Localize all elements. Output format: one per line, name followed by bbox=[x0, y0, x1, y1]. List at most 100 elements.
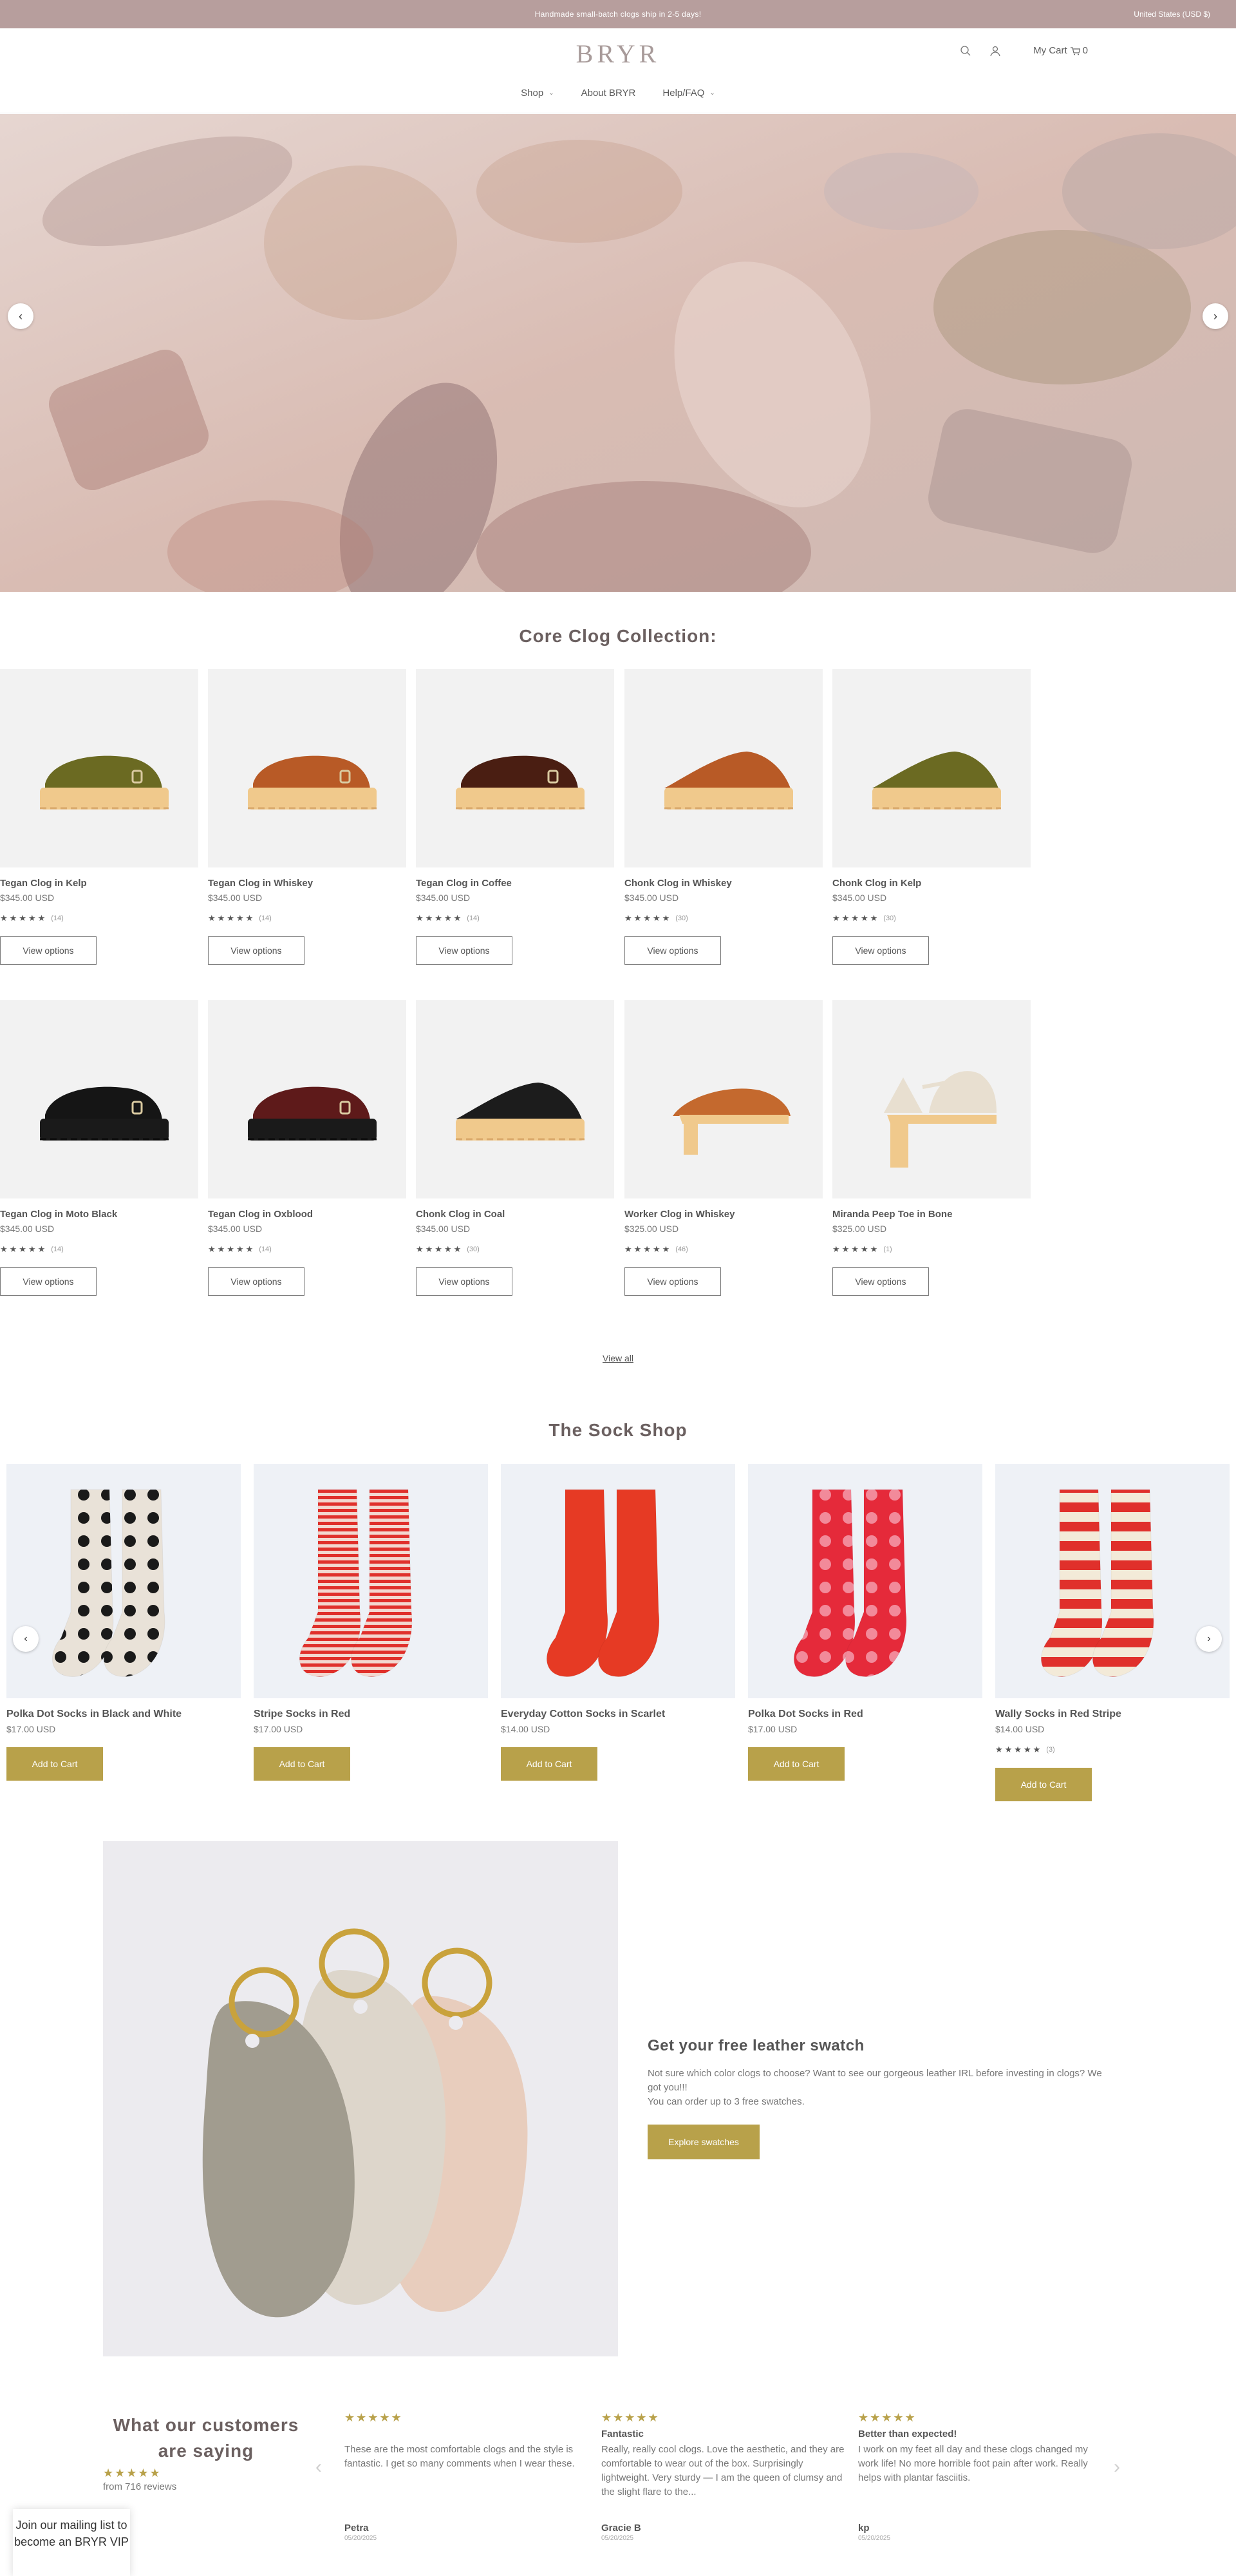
product-card[interactable]: Miranda Peep Toe in Bone $325.00 USD ★★★… bbox=[832, 1000, 1031, 1296]
hero-slideshow: ‹ › bbox=[0, 114, 1236, 592]
nav-item-about[interactable]: About BRYR bbox=[581, 88, 636, 99]
add-to-cart-button[interactable]: Add to Cart bbox=[6, 1747, 103, 1781]
product-name[interactable]: Chonk Clog in Whiskey bbox=[624, 878, 823, 889]
currency-selector[interactable]: United States (USD $) bbox=[1134, 10, 1210, 19]
rating-stars: ★★★★★ bbox=[416, 1244, 464, 1254]
view-options-button[interactable]: View options bbox=[208, 1267, 304, 1296]
product-card[interactable]: Chonk Clog in Coal $345.00 USD ★★★★★ (30)… bbox=[416, 1000, 614, 1296]
product-image[interactable] bbox=[0, 1000, 198, 1198]
reviews-next-button[interactable]: › bbox=[1114, 2456, 1120, 2478]
product-image[interactable] bbox=[832, 1000, 1031, 1198]
mailing-list-popup[interactable]: Join our mailing list to become an BRYR … bbox=[13, 2509, 130, 2576]
rating-stars: ★★★★★ bbox=[0, 913, 48, 923]
product-image[interactable] bbox=[208, 1000, 406, 1198]
sock-prev-button[interactable]: ‹ bbox=[13, 1626, 39, 1652]
swatch-text-1: Not sure which color clogs to choose? Wa… bbox=[648, 2068, 1102, 2093]
view-options-button[interactable]: View options bbox=[208, 936, 304, 965]
add-to-cart-button[interactable]: Add to Cart bbox=[995, 1768, 1092, 1801]
hero-prev-button[interactable]: ‹ bbox=[8, 303, 33, 329]
hero-next-button[interactable]: › bbox=[1203, 303, 1228, 329]
rating-stars: ★★★★★ bbox=[832, 913, 880, 923]
view-all-link[interactable]: View all bbox=[0, 1353, 1236, 1363]
product-card[interactable]: Tegan Clog in Kelp $345.00 USD ★★★★★ (14)… bbox=[0, 669, 198, 965]
sock-image[interactable] bbox=[995, 1464, 1230, 1698]
product-name[interactable]: Tegan Clog in Coffee bbox=[416, 878, 614, 889]
nav-item-help[interactable]: Help/FAQ ⌄ bbox=[662, 88, 715, 99]
sock-name[interactable]: Polka Dot Socks in Black and White bbox=[6, 1709, 241, 1720]
sock-card[interactable]: Wally Socks in Red Stripe $14.00 USD ★★★… bbox=[995, 1464, 1230, 1801]
product-image[interactable] bbox=[416, 1000, 614, 1198]
sock-price: $14.00 USD bbox=[995, 1724, 1045, 1734]
add-to-cart-button[interactable]: Add to Cart bbox=[748, 1747, 845, 1781]
product-name[interactable]: Worker Clog in Whiskey bbox=[624, 1209, 823, 1220]
search-icon[interactable] bbox=[960, 45, 971, 57]
review-author: kp bbox=[858, 2523, 870, 2533]
add-to-cart-button[interactable]: Add to Cart bbox=[254, 1747, 350, 1781]
review-author: Gracie B bbox=[601, 2523, 641, 2533]
product-name[interactable]: Tegan Clog in Kelp bbox=[0, 878, 198, 889]
sock-card[interactable]: Polka Dot Socks in Red $17.00 USD Add to… bbox=[748, 1464, 982, 1781]
nav-item-shop[interactable]: Shop ⌄ bbox=[521, 88, 554, 99]
sock-name[interactable]: Polka Dot Socks in Red bbox=[748, 1709, 982, 1720]
sock-image[interactable] bbox=[501, 1464, 735, 1698]
view-options-button[interactable]: View options bbox=[416, 1267, 512, 1296]
product-name[interactable]: Tegan Clog in Oxblood bbox=[208, 1209, 406, 1220]
main-nav: Shop ⌄ About BRYR Help/FAQ ⌄ bbox=[0, 88, 1236, 99]
product-name[interactable]: Chonk Clog in Coal bbox=[416, 1209, 614, 1220]
cart-link[interactable]: My Cart 0 bbox=[1033, 45, 1088, 56]
review-stars: ★★★★★ bbox=[858, 2411, 917, 2424]
sock-name[interactable]: Everyday Cotton Socks in Scarlet bbox=[501, 1709, 735, 1720]
hero-image bbox=[0, 114, 1236, 592]
sock-card[interactable]: Polka Dot Socks in Black and White $17.0… bbox=[6, 1464, 241, 1781]
sock-name[interactable]: Wally Socks in Red Stripe bbox=[995, 1709, 1230, 1720]
product-price: $345.00 USD bbox=[832, 893, 887, 903]
product-name[interactable]: Tegan Clog in Moto Black bbox=[0, 1209, 198, 1220]
view-options-button[interactable]: View options bbox=[416, 936, 512, 965]
sock-section-title: The Sock Shop bbox=[548, 1420, 688, 1440]
product-card[interactable]: Tegan Clog in Coffee $345.00 USD ★★★★★ (1… bbox=[416, 669, 614, 965]
view-options-button[interactable]: View options bbox=[624, 936, 721, 965]
product-card[interactable]: Tegan Clog in Moto Black $345.00 USD ★★★… bbox=[0, 1000, 198, 1296]
review-body: Really, really cool clogs. Love the aest… bbox=[601, 2444, 845, 2497]
product-image[interactable] bbox=[832, 669, 1031, 867]
product-name[interactable]: Miranda Peep Toe in Bone bbox=[832, 1209, 1031, 1220]
review-body: These are the most comfortable clogs and… bbox=[344, 2444, 575, 2469]
add-to-cart-button[interactable]: Add to Cart bbox=[501, 1747, 597, 1781]
swatch-promo: Get your free leather swatch Not sure wh… bbox=[648, 2037, 1118, 2159]
product-image[interactable] bbox=[624, 669, 823, 867]
product-card[interactable]: Chonk Clog in Kelp $345.00 USD ★★★★★ (30)… bbox=[832, 669, 1031, 965]
sock-image[interactable] bbox=[6, 1464, 241, 1698]
view-options-button[interactable]: View options bbox=[624, 1267, 721, 1296]
product-image[interactable] bbox=[624, 1000, 823, 1198]
product-rating: ★★★★★ (46) bbox=[624, 1244, 823, 1255]
product-image[interactable] bbox=[0, 669, 198, 867]
product-card[interactable]: Chonk Clog in Whiskey $345.00 USD ★★★★★(… bbox=[624, 669, 823, 965]
sock-image[interactable] bbox=[748, 1464, 982, 1698]
product-image[interactable] bbox=[208, 669, 406, 867]
sock-card[interactable]: Everyday Cotton Socks in Scarlet $14.00 … bbox=[501, 1464, 735, 1781]
explore-swatches-button[interactable]: Explore swatches bbox=[648, 2125, 760, 2159]
product-name[interactable]: Tegan Clog in Whiskey bbox=[208, 878, 406, 889]
sock-next-button[interactable]: › bbox=[1196, 1626, 1222, 1652]
product-card[interactable]: Worker Clog in Whiskey $325.00 USD ★★★★★… bbox=[624, 1000, 823, 1296]
swatch-image bbox=[103, 1841, 618, 2356]
chevron-down-icon: ⌄ bbox=[548, 90, 554, 97]
view-options-button[interactable]: View options bbox=[832, 1267, 929, 1296]
sock-card[interactable]: Stripe Socks in Red $17.00 USD Add to Ca… bbox=[254, 1464, 488, 1781]
rating-stars: ★★★★★ bbox=[624, 1244, 672, 1254]
product-card[interactable]: Tegan Clog in Whiskey $345.00 USD ★★★★★(… bbox=[208, 669, 406, 965]
product-card[interactable]: Tegan Clog in Oxblood $345.00 USD ★★★★★(… bbox=[208, 1000, 406, 1296]
rating-stars: ★★★★★ bbox=[0, 1244, 48, 1254]
product-image[interactable] bbox=[416, 669, 614, 867]
sock-image[interactable] bbox=[254, 1464, 488, 1698]
reviews-prev-button[interactable]: ‹ bbox=[315, 2456, 322, 2478]
product-name[interactable]: Chonk Clog in Kelp bbox=[832, 878, 1031, 889]
announcement-message: Handmade small-batch clogs ship in 2-5 d… bbox=[534, 10, 702, 19]
view-options-button[interactable]: View options bbox=[832, 936, 929, 965]
view-options-button[interactable]: View options bbox=[0, 1267, 97, 1296]
view-options-button[interactable]: View options bbox=[0, 936, 97, 965]
review-stars: ★★★★★ bbox=[344, 2411, 403, 2424]
sock-name[interactable]: Stripe Socks in Red bbox=[254, 1709, 488, 1720]
account-icon[interactable] bbox=[989, 45, 1001, 57]
sock-price: $14.00 USD bbox=[501, 1724, 550, 1734]
